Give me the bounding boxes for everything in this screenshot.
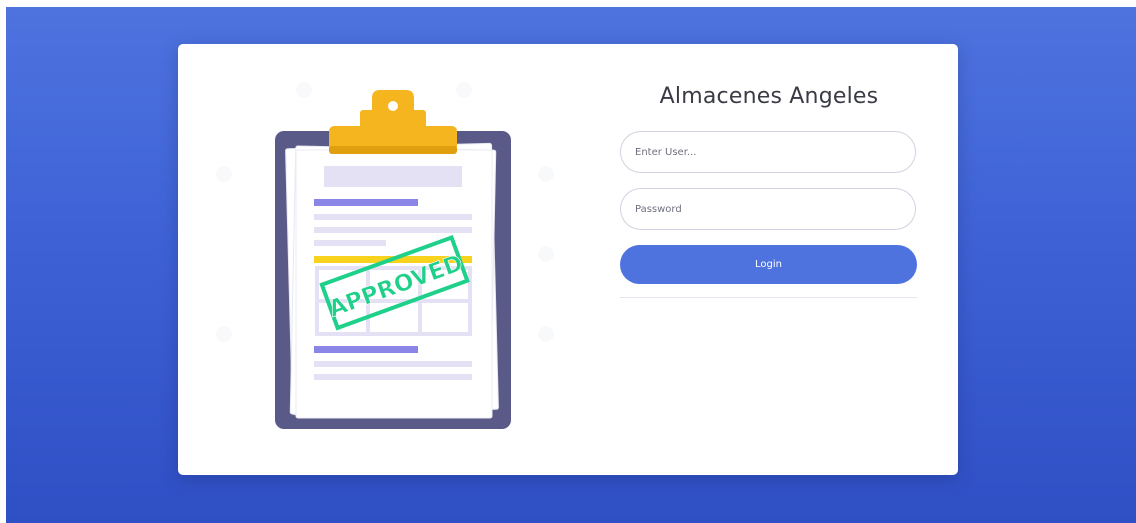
password-input[interactable] xyxy=(620,188,916,230)
page-title: Almacenes Angeles xyxy=(659,84,879,109)
login-form: Almacenes Angeles Login xyxy=(620,44,918,475)
clipboard-illustration: APPROVED APPROVED xyxy=(186,70,606,462)
divider xyxy=(620,297,917,298)
user-input[interactable] xyxy=(620,131,916,173)
clipboard-approved-icon: APPROVED xyxy=(216,82,554,429)
login-card: APPROVED APPROVED Almacenes Angeles Logi… xyxy=(178,44,958,475)
stamp-text: APPROVED xyxy=(606,70,607,71)
login-button[interactable]: Login xyxy=(620,245,917,284)
